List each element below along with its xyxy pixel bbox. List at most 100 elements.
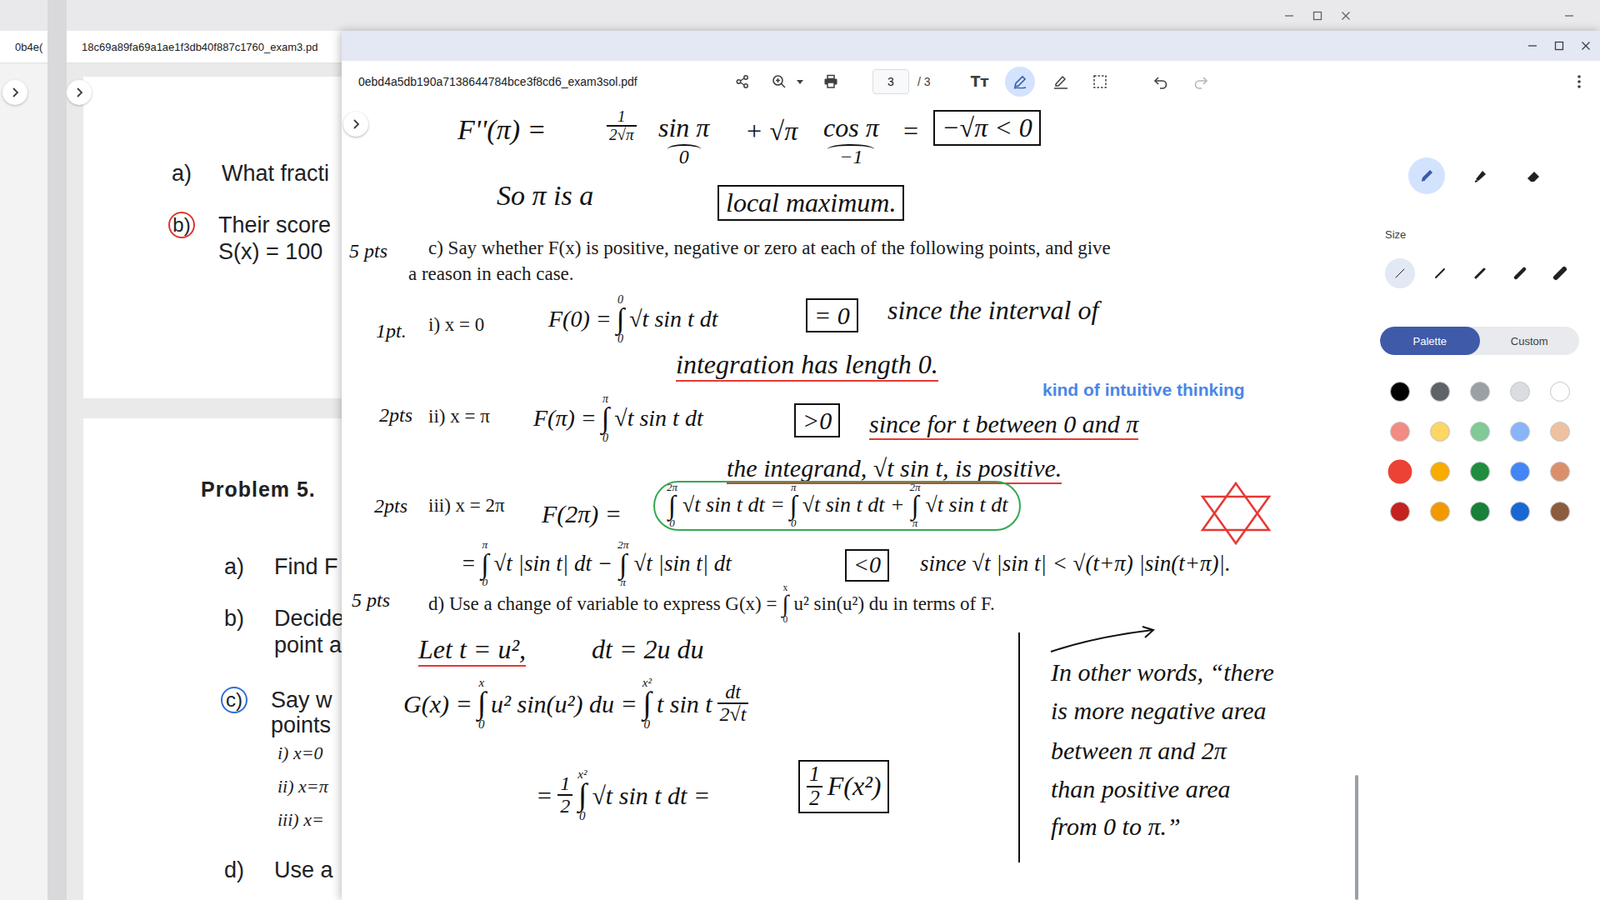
color-swatch[interactable] — [1470, 461, 1490, 482]
highlighter-tool-button[interactable] — [1461, 157, 1499, 195]
denominator: 2 — [557, 794, 573, 817]
stroke-size-icon — [1511, 265, 1529, 282]
text-segment: since √t |sin t| < √(t+π) |sin(t+π)|. — [920, 551, 1231, 577]
show-thumbnails-button[interactable] — [343, 111, 369, 137]
close-button[interactable] — [1332, 3, 1360, 29]
underbrace: cos π−1 — [823, 113, 880, 169]
color-swatch[interactable] — [1470, 501, 1490, 522]
text-segment: d) Use a change of variable to express G… — [428, 593, 778, 615]
color-swatch[interactable] — [1510, 381, 1530, 402]
handwritten-text: In other words, “there — [1050, 658, 1275, 686]
integral: x²∫0 — [642, 676, 652, 730]
minimize-button[interactable] — [1519, 33, 1546, 59]
color-swatch[interactable] — [1510, 461, 1530, 482]
handwritten-text: a reason in each case. — [408, 263, 575, 285]
color-mode-button[interactable]: Palette — [1380, 326, 1480, 355]
handwritten-text: <0 — [845, 549, 890, 582]
question-text: Their scoreS(x) = 100 — [218, 211, 331, 265]
text-segment: √t sin t dt = — [591, 781, 710, 810]
question-text: Say wpointsi) x=0ii) x=πiii) x= — [270, 686, 333, 837]
text-segment: t sin t — [656, 690, 713, 718]
color-swatch[interactable] — [1550, 381, 1570, 402]
upper-limit: 2π — [617, 540, 630, 551]
question-label: a) — [224, 553, 275, 580]
color-swatch[interactable] — [1388, 460, 1413, 485]
minimize-button[interactable] — [1275, 3, 1303, 29]
color-swatch[interactable] — [1550, 421, 1570, 442]
color-mode-button[interactable]: Custom — [1480, 326, 1580, 355]
upper-limit: π — [602, 393, 609, 405]
handwritten-text: 1pt. — [375, 320, 407, 342]
color-swatch[interactable] — [1430, 501, 1450, 522]
lower-limit: 0 — [669, 518, 675, 529]
share-button[interactable] — [727, 66, 758, 97]
page-number-input[interactable]: 3 — [872, 69, 910, 95]
select-area-button[interactable] — [1085, 66, 1115, 97]
text-segment: F(2π) = — [541, 500, 622, 528]
color-swatch[interactable] — [1510, 501, 1530, 522]
annotate-button[interactable] — [1005, 66, 1035, 97]
upper-limit: x — [479, 676, 485, 689]
scrollbar-thumb[interactable] — [1355, 775, 1359, 900]
zoom-menu-button[interactable] — [794, 66, 806, 97]
handwritten-text: i) x = 0 — [428, 314, 485, 335]
stroke-size-icon — [1391, 265, 1409, 282]
handwritten-text: integration has length 0. — [675, 350, 939, 382]
text-segment: since for t between 0 and π — [869, 410, 1139, 438]
handwritten-text: 2pts — [379, 404, 413, 426]
color-swatch[interactable] — [1550, 461, 1570, 482]
numerator: dt — [722, 681, 744, 703]
tab-label[interactable]: 18c69a89fa69a1ae1f3db40f887c1760_exam3.p… — [66, 40, 318, 54]
text-segment: √t |sin t| dt — [633, 551, 731, 577]
handwritten-text: local maximum. — [717, 185, 905, 221]
color-swatch[interactable] — [1390, 421, 1410, 442]
redo-button[interactable] — [1185, 66, 1216, 97]
lower-limit: 0 — [602, 432, 609, 444]
color-swatch[interactable] — [1430, 421, 1450, 442]
tab-label[interactable]: 0b4e( — [0, 40, 43, 54]
lower-limit: 0 — [644, 718, 651, 730]
maximize-button[interactable] — [1304, 3, 1331, 29]
upper-limit: 2π — [666, 482, 678, 493]
size-option[interactable] — [1465, 258, 1495, 289]
color-swatch[interactable] — [1510, 421, 1530, 442]
minimize-button[interactable] — [1555, 3, 1583, 29]
pen-tool-button[interactable] — [1408, 157, 1445, 195]
upper-limit: x² — [642, 676, 652, 689]
color-swatch[interactable] — [1390, 501, 1410, 522]
color-swatch[interactable] — [1430, 381, 1450, 402]
print-icon — [823, 74, 839, 90]
handwritten-text: 12F(x²) — [798, 760, 890, 814]
close-button[interactable] — [1572, 33, 1600, 59]
more-options-button[interactable] — [1564, 66, 1595, 97]
handwritten-text: iii) x = 2π — [428, 495, 505, 516]
minimize-icon — [1284, 10, 1295, 21]
handwritten-text: is more negative area — [1050, 696, 1267, 725]
expand-sidebar-button[interactable] — [2, 80, 28, 105]
zoom-button[interactable] — [764, 66, 795, 97]
size-option[interactable] — [1505, 258, 1535, 289]
size-option[interactable] — [1425, 258, 1455, 289]
signature-button[interactable] — [1045, 66, 1076, 97]
text-segment: dt = 2u du — [591, 635, 704, 665]
undo-button[interactable] — [1145, 66, 1176, 97]
share-icon — [735, 74, 750, 90]
handwritten-text: sin π0 — [658, 113, 710, 169]
color-swatch[interactable] — [1390, 381, 1410, 402]
eraser-tool-button[interactable] — [1515, 157, 1552, 195]
integral-sign: ∫ — [616, 305, 625, 333]
color-swatch[interactable] — [1470, 421, 1490, 442]
print-button[interactable] — [815, 66, 846, 97]
color-swatch[interactable] — [1430, 461, 1450, 482]
text-tool-button[interactable]: Tт — [965, 66, 995, 97]
size-option[interactable] — [1545, 258, 1575, 289]
size-option[interactable] — [1385, 258, 1415, 289]
maximize-button[interactable] — [1545, 33, 1573, 59]
color-swatch[interactable] — [1550, 501, 1570, 522]
integral: 2π∫π — [617, 540, 630, 589]
color-swatch[interactable] — [1470, 381, 1490, 402]
integral-sign: ∫ — [642, 688, 651, 719]
expand-sidebar-button[interactable] — [66, 80, 92, 105]
upper-limit: π — [481, 540, 488, 551]
handwritten-text: 5 pts — [351, 589, 390, 611]
